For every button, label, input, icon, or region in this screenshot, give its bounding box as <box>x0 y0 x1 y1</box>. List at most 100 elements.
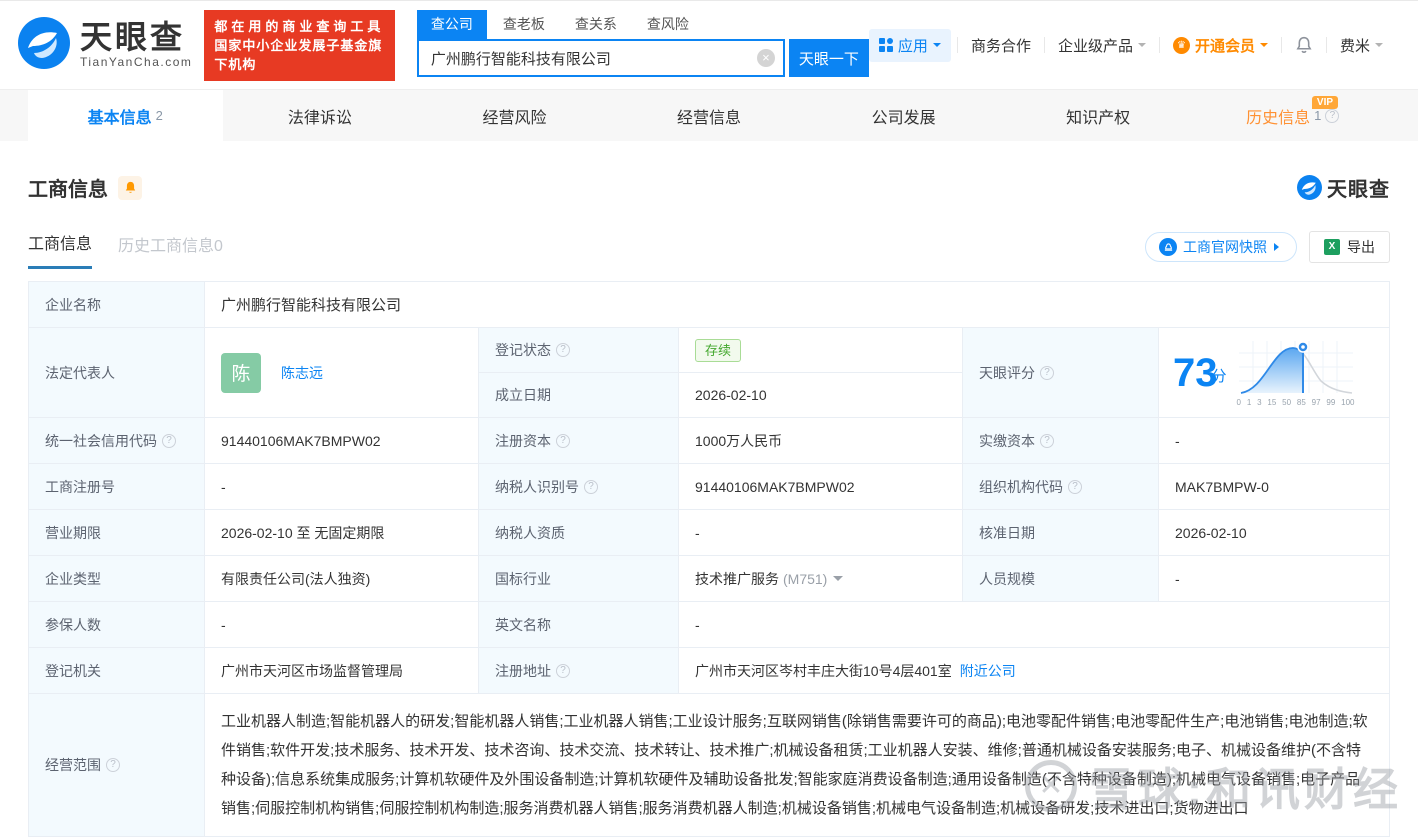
taxpayer-quality-value: - <box>679 510 963 556</box>
chevron-down-icon <box>1259 43 1268 51</box>
help-icon[interactable] <box>106 758 120 772</box>
promo-badge: 都在用的商业查询工具 国家中小企业发展子基金旗下机构 <box>204 9 395 81</box>
tianyancha-logo[interactable]: 天眼查 TianYanCha.com <box>18 16 193 74</box>
field-label: 英文名称 <box>479 602 679 648</box>
approval-date-value: 2026-02-10 <box>1159 510 1390 556</box>
help-icon[interactable] <box>162 433 176 448</box>
reg-status-value: 存续 <box>679 328 963 373</box>
tab-operating-risk[interactable]: 经营风险 <box>417 90 612 141</box>
tab-history-info[interactable]: VIP 历史信息 1 <box>1195 90 1390 141</box>
field-label: 企业名称 <box>29 282 205 328</box>
export-button[interactable]: 导出 <box>1309 230 1390 263</box>
excel-icon <box>1324 238 1340 255</box>
tab-intellectual-property[interactable]: 知识产权 <box>1001 90 1196 141</box>
section-title: 工商信息 <box>28 179 108 201</box>
reg-capital-value: 1000万人民币 <box>679 418 963 464</box>
industry-value: 技术推广服务 (M751) <box>679 556 963 602</box>
business-scope-value: 工业机器人制造;智能机器人的研发;智能机器人销售;工业机器人销售;工业设计服务;… <box>205 694 1390 837</box>
crown-icon <box>1172 36 1190 54</box>
brand-name: 天眼查 <box>80 19 186 55</box>
stamp-icon <box>1159 237 1177 256</box>
search-tab-boss[interactable]: 查老板 <box>489 10 559 39</box>
help-icon[interactable] <box>584 479 598 494</box>
business-info-table: 企业名称 广州鹏行智能科技有限公司 法定代表人 陈 陈志远 登记状态 存续 天眼… <box>28 281 1390 837</box>
header: 天眼查 TianYanCha.com 都在用的商业查询工具 国家中小企业发展子基… <box>0 1 1418 89</box>
help-icon[interactable] <box>556 433 570 448</box>
org-code-value: MAK7BMPW-0 <box>1159 464 1390 510</box>
vip-badge: VIP <box>1311 96 1339 109</box>
tyc-score-value: 73 分 0 1 3 15 50 85 97 99 100 <box>1159 328 1390 418</box>
search-input[interactable] <box>430 49 757 67</box>
field-label: 天眼评分 <box>963 328 1159 418</box>
field-label: 注册地址 <box>479 648 679 694</box>
arrow-right-icon <box>1274 242 1283 251</box>
tab-count: 2 <box>155 108 163 123</box>
field-label: 参保人数 <box>29 602 205 648</box>
tab-basic-info[interactable]: 基本信息 2 <box>28 90 223 141</box>
bell-icon <box>1296 36 1312 53</box>
page: 天眼查 TianYanCha.com 都在用的商业查询工具 国家中小企业发展子基… <box>0 0 1418 837</box>
help-icon[interactable] <box>556 663 570 678</box>
help-icon[interactable] <box>556 343 570 357</box>
tianyancha-logo-icon <box>18 16 70 74</box>
company-name-value: 广州鹏行智能科技有限公司 <box>205 282 1390 328</box>
nav-cooperation[interactable]: 商务合作 <box>958 35 1044 56</box>
search-tab-relation[interactable]: 查关系 <box>561 10 631 39</box>
legal-rep-value: 陈 陈志远 <box>205 328 479 418</box>
tab-legal-lawsuit[interactable]: 法律诉讼 <box>223 90 418 141</box>
establish-date-value: 2026-02-10 <box>679 373 963 418</box>
field-label: 纳税人识别号 <box>479 464 679 510</box>
apps-grid-icon <box>878 38 893 52</box>
legal-rep-link[interactable]: 陈志远 <box>281 363 323 383</box>
chevron-down-icon <box>932 43 941 51</box>
field-label: 组织机构代码 <box>963 464 1159 510</box>
nav-apps[interactable]: 应用 <box>868 28 951 62</box>
section-buttons: 工商官网快照 导出 <box>1145 230 1390 269</box>
field-label: 成立日期 <box>479 373 679 418</box>
tab-company-development[interactable]: 公司发展 <box>806 90 1001 141</box>
search-tab-company[interactable]: 查公司 <box>416 10 487 39</box>
promo-line1: 都在用的商业查询工具 <box>214 18 385 34</box>
help-icon[interactable] <box>1040 433 1054 448</box>
notification-bell[interactable] <box>1282 36 1326 55</box>
section-brand-logo: 天眼查 <box>1297 173 1390 202</box>
nav-user[interactable]: 费米 <box>1327 35 1396 56</box>
official-snapshot-button[interactable]: 工商官网快照 <box>1145 231 1297 262</box>
chevron-down-icon[interactable] <box>833 576 844 586</box>
field-label: 国标行业 <box>479 556 679 602</box>
search-tab-risk[interactable]: 查风险 <box>633 10 703 39</box>
field-label: 经营范围 <box>29 694 205 837</box>
clear-search-icon[interactable] <box>756 49 775 67</box>
nav-open-vip[interactable]: 开通会员 <box>1160 35 1281 56</box>
field-label: 注册资本 <box>479 418 679 464</box>
main-tab-bar: 基本信息 2 法律诉讼 经营风险 经营信息 公司发展 知识产权 VIP 历史信息… <box>0 89 1418 141</box>
help-icon[interactable] <box>1325 108 1340 123</box>
field-label: 登记状态 <box>479 328 679 373</box>
tab-count: 1 <box>1314 108 1322 123</box>
nearby-companies-link[interactable]: 附近公司 <box>960 661 1016 681</box>
help-icon[interactable] <box>1040 365 1054 380</box>
subtab-business-info[interactable]: 工商信息 <box>28 230 93 269</box>
search-box <box>416 39 785 77</box>
tab-operating-info[interactable]: 经营信息 <box>612 90 807 141</box>
bell-icon <box>125 181 135 193</box>
subtab-history-business-info[interactable]: 历史工商信息0 <box>118 232 223 268</box>
help-icon[interactable] <box>1068 479 1082 494</box>
reg-authority-value: 广州市天河区市场监督管理局 <box>205 648 479 694</box>
insured-count-value: - <box>205 602 479 648</box>
search-area: 查公司 查老板 查关系 查风险 天眼一下 <box>416 10 869 77</box>
section-header: 工商信息 天眼查 <box>28 173 1390 202</box>
brand-domain: TianYanCha.com <box>80 55 193 69</box>
company-type-value: 有限责任公司(法人独资) <box>205 556 479 602</box>
staff-size-value: - <box>1159 556 1390 602</box>
search-submit-button[interactable]: 天眼一下 <box>788 39 869 77</box>
field-label: 企业类型 <box>29 556 205 602</box>
status-badge: 存续 <box>695 338 742 362</box>
nav-enterprise[interactable]: 企业级产品 <box>1045 35 1159 56</box>
subscribe-bell-button[interactable] <box>118 175 142 200</box>
score-axis: 0 1 3 15 50 85 97 99 100 <box>1236 397 1355 407</box>
field-label: 人员规模 <box>963 556 1159 602</box>
paid-capital-value: - <box>1159 418 1390 464</box>
taxpayer-id-value: 91440106MAK7BMPW02 <box>679 464 963 510</box>
field-label: 核准日期 <box>963 510 1159 556</box>
